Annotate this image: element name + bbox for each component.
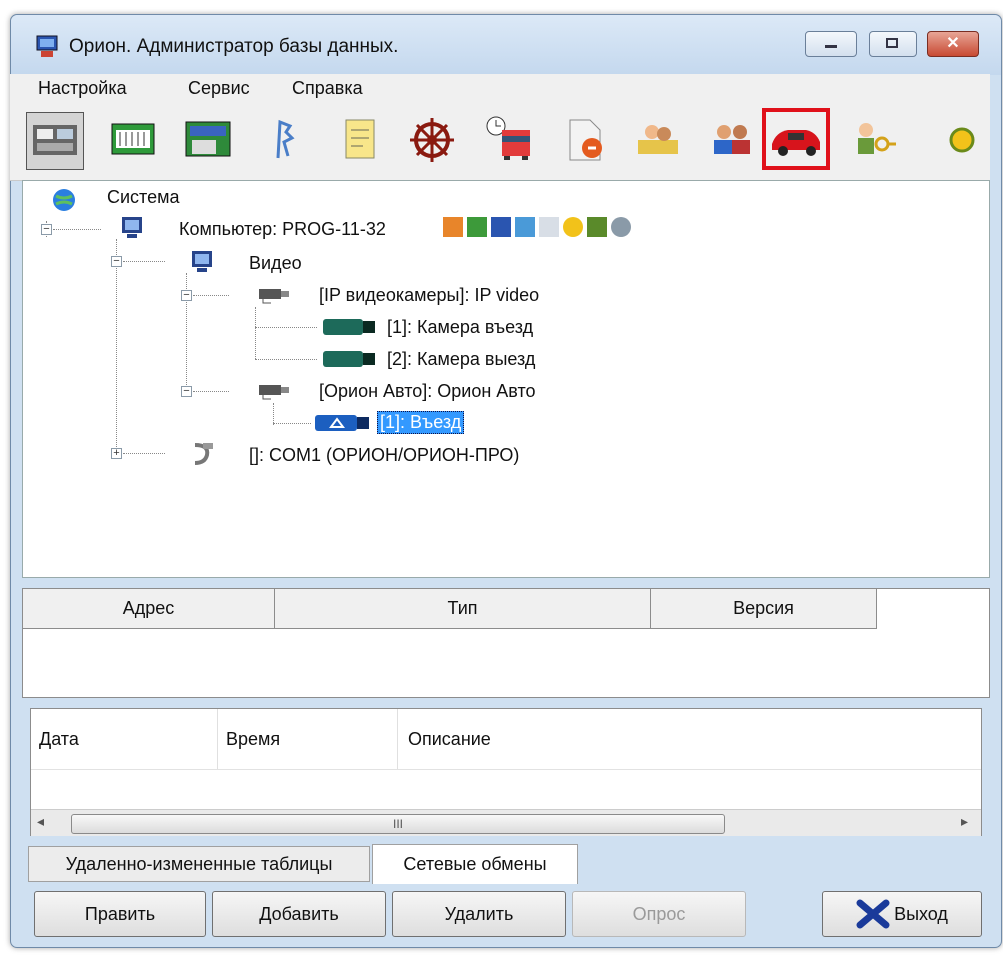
poll-button[interactable]: Опрос	[572, 891, 746, 937]
computer-icon	[122, 217, 142, 238]
coins-icon	[587, 217, 607, 237]
column-time[interactable]: Время	[217, 709, 397, 769]
people-icon[interactable]	[704, 112, 760, 168]
database-icon	[515, 217, 535, 237]
camera-icon	[323, 319, 375, 335]
modules-icon[interactable]	[104, 112, 160, 168]
car-icon[interactable]	[762, 108, 830, 170]
tree-node-orion-auto[interactable]: [Орион Авто]: Орион Авто	[319, 381, 536, 402]
window-title: Орион. Администратор базы данных.	[69, 36, 399, 57]
notes-icon[interactable]	[332, 112, 388, 168]
toolbar	[10, 104, 990, 181]
camera-icon	[323, 351, 375, 367]
scroll-left-icon[interactable]: ◂	[37, 813, 44, 830]
monitor-icon	[491, 217, 511, 237]
events-grid[interactable]: Дата Время Описание ◂ III ▸	[30, 708, 982, 836]
sun-icon[interactable]	[940, 112, 980, 168]
column-date[interactable]: Дата	[39, 709, 209, 769]
entry-camera-icon	[315, 415, 369, 431]
disk-icon	[611, 217, 631, 237]
expand-com-icon[interactable]: +	[111, 448, 122, 459]
computer-status-icons	[443, 217, 631, 237]
close-icon: ✕	[946, 35, 960, 52]
globe-icon	[53, 189, 75, 211]
title-bar[interactable]: Орион. Администратор базы данных. ✕	[11, 15, 1001, 75]
com-port-icon	[194, 443, 213, 465]
minimize-icon	[825, 45, 837, 48]
signal-icon	[443, 217, 463, 237]
document-icon[interactable]	[556, 112, 612, 168]
sun-icon	[563, 217, 583, 237]
horizontal-scrollbar[interactable]: ◂ III ▸	[31, 809, 981, 836]
maximize-icon	[886, 38, 898, 48]
tree-node-entry-selected[interactable]: [1]: Въезд	[377, 411, 465, 434]
book-icon	[467, 217, 487, 237]
tree-node-camera-exit[interactable]: [2]: Камера выезд	[387, 349, 535, 370]
tree-node-camera-entry[interactable]: [1]: Камера въезд	[387, 317, 533, 338]
tree-node-computer[interactable]: Компьютер: PROG-11-32	[179, 219, 386, 240]
menu-help[interactable]: Справка	[292, 78, 363, 99]
tree-node-video[interactable]: Видео	[249, 253, 302, 274]
devices-icon[interactable]	[26, 112, 84, 170]
video-server-icon	[192, 251, 212, 272]
device-grid[interactable]: Адрес Тип Версия	[22, 588, 990, 698]
camera-group-icon	[259, 289, 289, 304]
tab-remote-tables[interactable]: Удаленно-измененные таблицы	[28, 846, 370, 882]
tree-node-com1[interactable]: []: COM1 (ОРИОН/ОРИОН-ПРО)	[249, 445, 519, 466]
collapse-video-icon[interactable]: −	[111, 256, 122, 267]
close-button[interactable]: ✕	[927, 31, 979, 57]
page-icon	[539, 217, 559, 237]
map-icon[interactable]	[256, 112, 312, 168]
delete-button[interactable]: Удалить	[392, 891, 566, 937]
app-icon	[36, 35, 58, 57]
menu-bar: Настройка Сервис Справка	[10, 74, 990, 104]
collapse-ip-group-icon[interactable]: −	[181, 290, 192, 301]
keys-icon[interactable]	[846, 112, 902, 168]
scroll-thumb[interactable]: III	[71, 814, 725, 834]
column-version[interactable]: Версия	[651, 589, 877, 629]
minimize-button[interactable]	[805, 31, 857, 57]
column-type[interactable]: Тип	[275, 589, 651, 629]
camera-group-icon	[259, 385, 289, 400]
collapse-orion-group-icon[interactable]: −	[181, 386, 192, 397]
device-tree[interactable]: − − − − + Система Компьютер: PROG-11-32 …	[22, 180, 990, 578]
users-icon[interactable]	[630, 112, 686, 168]
collapse-computer-icon[interactable]: −	[41, 224, 52, 235]
tree-node-system[interactable]: Система	[107, 187, 180, 208]
column-description[interactable]: Описание	[397, 709, 981, 769]
tab-network-exchanges[interactable]: Сетевые обмены	[372, 844, 578, 884]
exit-button[interactable]: Выход	[822, 891, 982, 937]
maximize-button[interactable]	[869, 31, 917, 57]
schedule-icon[interactable]	[480, 112, 536, 168]
menu-settings[interactable]: Настройка	[38, 78, 127, 99]
scroll-right-icon[interactable]: ▸	[961, 813, 968, 830]
exit-icon	[856, 899, 890, 929]
edit-button[interactable]: Править	[34, 891, 206, 937]
menu-service[interactable]: Сервис	[188, 78, 250, 99]
exit-label: Выход	[894, 903, 948, 924]
tree-node-ip-cameras[interactable]: [IP видеокамеры]: IP video	[319, 285, 539, 306]
column-address[interactable]: Адрес	[23, 589, 275, 629]
panels-icon[interactable]	[180, 112, 236, 168]
add-button[interactable]: Добавить	[212, 891, 386, 937]
wheel-icon[interactable]	[404, 112, 460, 168]
